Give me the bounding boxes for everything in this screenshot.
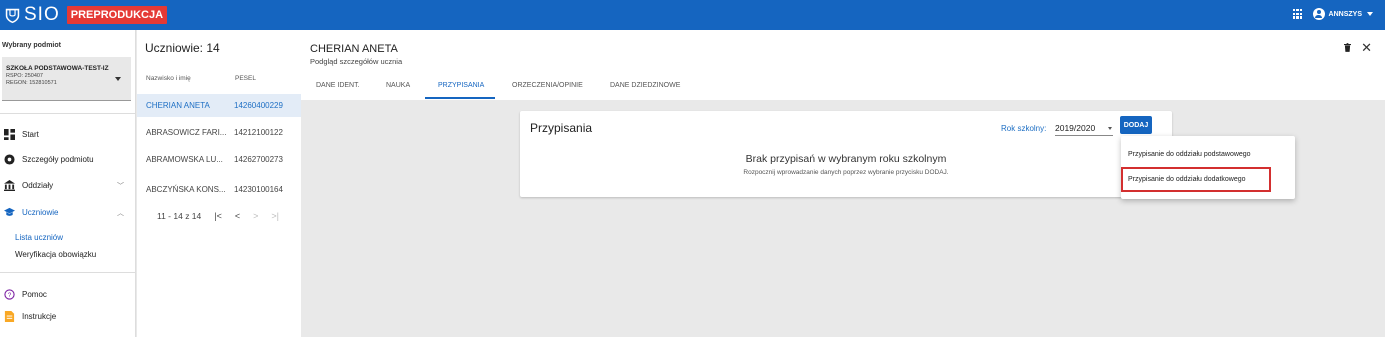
sidebar-item-label: Instrukcje <box>22 311 57 321</box>
menu-item-basic-class[interactable]: Przypisanie do oddziału podstawowego <box>1128 151 1251 158</box>
student-name: CHERIAN ANETA <box>146 101 210 110</box>
next-page-icon[interactable]: > <box>253 211 258 221</box>
shield-logo-icon <box>5 8 20 23</box>
entity-rspo: RSPO: 250407 <box>6 73 43 79</box>
account-icon[interactable] <box>1312 8 1325 20</box>
chevron-down-icon[interactable]: ﹀ <box>117 181 124 191</box>
page-subtitle: Podgląd szczegółów ucznia <box>310 57 403 66</box>
school-year-value: 2019/2020 <box>1055 123 1096 133</box>
tab-identity-data[interactable]: DANE IDENT. <box>316 82 360 89</box>
menu-item-additional-class[interactable]: Przypisanie do oddziału dodatkowego <box>1128 176 1246 183</box>
sidebar: Wybrany podmiot SZKOŁA PODSTAWOWA-TEST-I… <box>0 30 136 337</box>
document-icon <box>4 310 15 322</box>
sidebar-item-label: Szczegóły podmiotu <box>22 154 94 164</box>
table-row[interactable]: ABCZYŃSKA KONS... 14230100164 <box>137 178 301 201</box>
sidebar-item-classes[interactable]: Oddziały ﹀ <box>4 178 132 192</box>
sidebar-item-label: Pomoc <box>22 289 47 299</box>
divider <box>0 113 136 114</box>
help-icon: ? <box>4 288 15 300</box>
students-panel: Uczniowie: 14 Nazwisko i imię PESEL CHER… <box>137 30 301 337</box>
app-logo[interactable]: SIO <box>4 4 60 26</box>
column-header-pesel[interactable]: PESEL <box>235 75 256 82</box>
column-header-name[interactable]: Nazwisko i imię <box>146 75 191 82</box>
school-year-label: Rok szkolny: <box>1001 124 1047 133</box>
apps-grid-icon[interactable] <box>1292 9 1303 19</box>
active-tab-indicator <box>425 97 495 99</box>
entity-selector[interactable]: SZKOŁA PODSTAWOWA-TEST-IZ RSPO: 250407 R… <box>2 57 131 101</box>
student-pesel: 14260400229 <box>234 101 283 110</box>
sidebar-subitem-student-list[interactable]: Lista uczniów <box>15 233 63 242</box>
building-icon <box>4 179 15 191</box>
table-row[interactable]: CHERIAN ANETA 14260400229 <box>137 94 301 117</box>
divider <box>0 272 136 273</box>
add-button[interactable]: DODAJ <box>1120 116 1152 134</box>
sidebar-item-instructions[interactable]: Instrukcje <box>4 309 132 323</box>
add-assignment-menu: Przypisanie do oddziału podstawowego Prz… <box>1121 136 1295 199</box>
tab-education[interactable]: NAUKA <box>386 82 410 89</box>
student-pesel: 14230100164 <box>234 185 283 194</box>
chevron-down-icon[interactable] <box>115 77 121 81</box>
sidebar-item-entity-details[interactable]: Szczegóły podmiotu <box>4 152 132 166</box>
selected-entity-heading: Wybrany podmiot <box>2 42 61 49</box>
sidebar-item-students[interactable]: Uczniowie ︿ <box>4 205 132 219</box>
first-page-icon[interactable]: |< <box>214 211 222 221</box>
sidebar-subitem-obligation-verification[interactable]: Weryfikacja obowiązku <box>15 250 96 259</box>
username[interactable]: ANNSZYS <box>1329 11 1362 18</box>
page-title: CHERIAN ANETA <box>310 43 398 55</box>
student-name: ABRASOWICZ FARI... <box>146 128 227 137</box>
student-pesel: 14262700273 <box>234 155 283 164</box>
sidebar-item-label: Uczniowie <box>22 207 59 217</box>
table-row[interactable]: ABRAMOWSKA LU... 14262700273 <box>137 148 301 171</box>
table-row[interactable]: ABRASOWICZ FARI... 14212100122 <box>137 121 301 144</box>
student-pesel: 14212100122 <box>234 128 283 137</box>
student-detail-header: CHERIAN ANETA Podgląd szczegółów ucznia … <box>301 30 1385 100</box>
card-title: Przypisania <box>530 121 593 135</box>
user-menu-chevron-down-icon[interactable] <box>1367 12 1373 16</box>
sidebar-item-help[interactable]: ? Pomoc <box>4 287 132 301</box>
students-count-title: Uczniowie: 14 <box>145 41 220 55</box>
logo-text: SIO <box>24 4 60 25</box>
entity-name: SZKOŁA PODSTAWOWA-TEST-IZ <box>6 65 109 72</box>
tab-rulings-opinions[interactable]: ORZECZENIA/OPINIE <box>512 82 583 89</box>
student-name: ABCZYŃSKA KONS... <box>146 185 226 194</box>
chevron-up-icon[interactable]: ︿ <box>117 208 124 218</box>
empty-state-title: Brak przypisań w wybranym roku szkolnym <box>745 153 947 165</box>
top-bar: SIO PREPRODUKCJA ANNSZYS <box>0 0 1385 30</box>
environment-badge: PREPRODUKCJA <box>66 6 168 24</box>
close-icon[interactable]: ✕ <box>1361 40 1372 56</box>
sidebar-item-label: Oddziały <box>22 180 54 190</box>
dashboard-icon <box>4 128 15 140</box>
entity-regon: REGON: 152810571 <box>6 80 57 86</box>
assignments-card: Przypisania Rok szkolny: 2019/2020 DODAJ… <box>520 111 1172 197</box>
pagination-range: 11 - 14 z 14 <box>157 211 202 221</box>
sidebar-item-start[interactable]: Start <box>4 127 132 141</box>
last-page-icon[interactable]: >| <box>271 211 279 221</box>
graduation-cap-icon <box>4 207 15 216</box>
trash-icon[interactable] <box>1344 43 1351 52</box>
info-icon <box>4 153 15 165</box>
previous-page-icon[interactable]: < <box>235 211 240 221</box>
svg-text:?: ? <box>8 291 12 298</box>
empty-state-text: Rozpocznij wprowadzanie danych poprzez w… <box>743 169 949 176</box>
sidebar-item-label: Start <box>22 129 39 139</box>
pagination: 11 - 14 z 14 |< < > >| <box>157 211 279 221</box>
chevron-down-icon <box>1108 127 1112 130</box>
student-name: ABRAMOWSKA LU... <box>146 155 223 164</box>
tab-assignments[interactable]: PRZYPISANIA <box>438 82 484 89</box>
tab-domain-data[interactable]: DANE DZIEDZINOWE <box>610 82 680 89</box>
school-year-select[interactable]: 2019/2020 <box>1055 121 1113 136</box>
